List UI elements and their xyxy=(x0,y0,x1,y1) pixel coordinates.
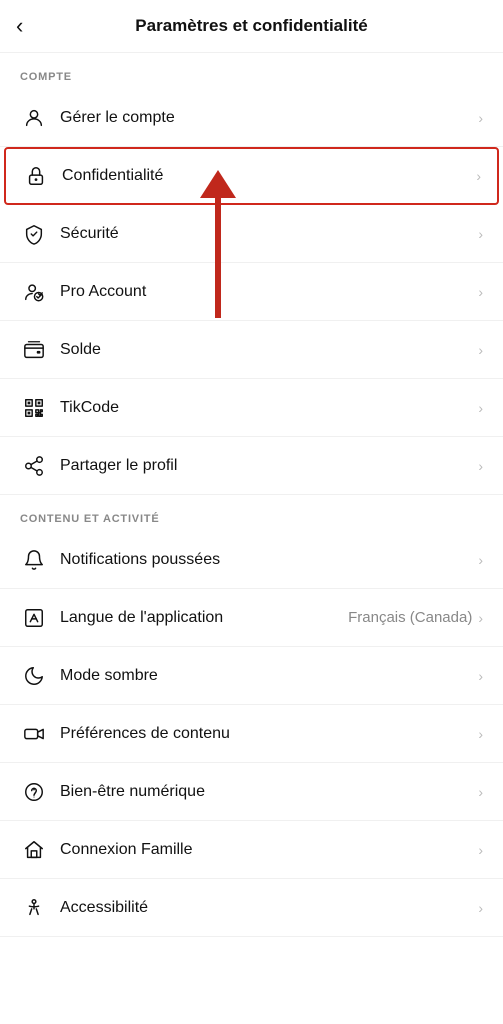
heart-check-icon xyxy=(20,781,48,803)
menu-item-content-prefs[interactable]: Préférences de contenu › xyxy=(0,705,503,763)
chevron-language: › xyxy=(478,610,483,626)
menu-item-tikcode-label: TikCode xyxy=(60,399,478,417)
section-label-compte: COMPTE xyxy=(0,53,503,89)
chevron-share-profile: › xyxy=(478,458,483,474)
menu-item-language-value: Français (Canada) xyxy=(348,609,472,626)
chevron-digital-wellbeing: › xyxy=(478,784,483,800)
menu-item-pro-account[interactable]: Pro Account › xyxy=(0,263,503,321)
letter-a-icon xyxy=(20,607,48,629)
menu-item-language-label: Langue de l'application xyxy=(60,609,348,627)
menu-item-share-profile-label: Partager le profil xyxy=(60,457,478,475)
family-home-icon xyxy=(20,839,48,861)
chevron-privacy: › xyxy=(476,168,481,184)
wallet-icon xyxy=(20,339,48,361)
chevron-manage-account: › xyxy=(478,110,483,126)
person-icon xyxy=(20,107,48,129)
menu-item-accessibility-label: Accessibilité xyxy=(60,899,478,917)
share-icon xyxy=(20,455,48,477)
menu-item-notifications[interactable]: Notifications poussées › xyxy=(0,531,503,589)
menu-item-content-prefs-label: Préférences de contenu xyxy=(60,725,478,743)
chevron-tikcode: › xyxy=(478,400,483,416)
menu-item-privacy[interactable]: Confidentialité › xyxy=(4,147,499,205)
menu-item-manage-account-label: Gérer le compte xyxy=(60,109,478,127)
menu-item-privacy-label: Confidentialité xyxy=(62,167,476,185)
chevron-content-prefs: › xyxy=(478,726,483,742)
page-wrapper: ‹ Paramètres et confidentialité COMPTE G… xyxy=(0,0,503,937)
qrcode-icon xyxy=(20,397,48,419)
menu-item-digital-wellbeing-label: Bien-être numérique xyxy=(60,783,478,801)
menu-item-security-label: Sécurité xyxy=(60,225,478,243)
section-content-activity: CONTENU ET ACTIVITÉ Notifications poussé… xyxy=(0,495,503,937)
chevron-family-link: › xyxy=(478,842,483,858)
bell-icon xyxy=(20,549,48,571)
section-compte: COMPTE Gérer le compte › Confidentia xyxy=(0,53,503,495)
menu-item-family-link-label: Connexion Famille xyxy=(60,841,478,859)
chevron-accessibility: › xyxy=(478,900,483,916)
chevron-dark-mode: › xyxy=(478,668,483,684)
video-camera-icon xyxy=(20,723,48,745)
menu-item-family-link[interactable]: Connexion Famille › xyxy=(0,821,503,879)
section-label-content: CONTENU ET ACTIVITÉ xyxy=(0,495,503,531)
menu-item-digital-wellbeing[interactable]: Bien-être numérique › xyxy=(0,763,503,821)
chevron-balance: › xyxy=(478,342,483,358)
page-title: Paramètres et confidentialité xyxy=(135,16,367,36)
menu-item-dark-mode[interactable]: Mode sombre › xyxy=(0,647,503,705)
chevron-security: › xyxy=(478,226,483,242)
pro-person-icon xyxy=(20,281,48,303)
menu-item-balance-label: Solde xyxy=(60,341,478,359)
accessibility-icon xyxy=(20,897,48,919)
menu-item-balance[interactable]: Solde › xyxy=(0,321,503,379)
menu-item-tikcode[interactable]: TikCode › xyxy=(0,379,503,437)
menu-item-dark-mode-label: Mode sombre xyxy=(60,667,478,685)
moon-icon xyxy=(20,665,48,687)
menu-item-accessibility[interactable]: Accessibilité › xyxy=(0,879,503,937)
lock-icon xyxy=(22,165,50,187)
header: ‹ Paramètres et confidentialité xyxy=(0,0,503,53)
menu-item-security[interactable]: Sécurité › xyxy=(0,205,503,263)
shield-icon xyxy=(20,223,48,245)
menu-item-pro-account-label: Pro Account xyxy=(60,283,478,301)
menu-item-share-profile[interactable]: Partager le profil › xyxy=(0,437,503,495)
chevron-notifications: › xyxy=(478,552,483,568)
chevron-pro-account: › xyxy=(478,284,483,300)
menu-item-notifications-label: Notifications poussées xyxy=(60,551,478,569)
menu-item-manage-account[interactable]: Gérer le compte › xyxy=(0,89,503,147)
menu-item-language[interactable]: Langue de l'application Français (Canada… xyxy=(0,589,503,647)
back-button[interactable]: ‹ xyxy=(16,13,23,39)
